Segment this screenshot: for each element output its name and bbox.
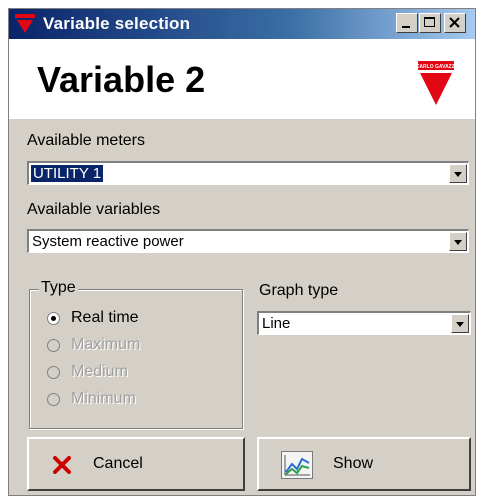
available-meters-label: Available meters <box>27 132 145 149</box>
title-bar[interactable]: Variable selection <box>9 9 475 39</box>
cancel-button-label: Cancel <box>93 455 143 472</box>
radio-real-time[interactable]: Real time <box>47 309 207 331</box>
app-logo-icon <box>15 14 35 33</box>
graph-type-value: Line <box>262 315 291 332</box>
radio-medium: Medium <box>47 363 207 385</box>
variable-selection-window: Variable selection Variable 2 CARLO GAVA… <box>8 8 476 496</box>
radio-circle <box>47 339 60 352</box>
close-button[interactable] <box>444 13 466 33</box>
available-meters-select[interactable]: UTILITY 1 <box>27 161 469 185</box>
graph-type-label: Graph type <box>259 282 339 299</box>
radio-medium-label: Medium <box>71 363 128 380</box>
radio-minimum: Minimum <box>47 390 207 412</box>
graph-chart-icon <box>281 451 313 479</box>
radio-maximum-label: Maximum <box>71 336 141 353</box>
radio-maximum: Maximum <box>47 336 207 358</box>
window-title: Variable selection <box>43 14 191 33</box>
cancel-button[interactable]: Cancel <box>27 437 245 491</box>
maximize-button[interactable] <box>419 13 441 33</box>
minimize-button[interactable] <box>396 13 418 33</box>
available-meters-value: UTILITY 1 <box>31 165 104 182</box>
page-title: Variable 2 <box>37 59 206 100</box>
show-button-label: Show <box>333 455 374 472</box>
maximize-icon <box>424 17 435 27</box>
radio-selected-dot <box>51 316 56 321</box>
radio-real-time-label: Real time <box>71 309 139 326</box>
show-button[interactable]: Show <box>257 437 471 491</box>
close-icon <box>449 17 460 28</box>
chevron-down-icon[interactable] <box>449 232 467 251</box>
type-group-title: Type <box>39 279 78 297</box>
chevron-down-icon[interactable] <box>451 314 469 333</box>
available-variables-select[interactable]: System reactive power <box>27 229 469 253</box>
available-variables-value: System reactive power <box>32 233 184 250</box>
minimize-icon <box>402 26 410 28</box>
graph-type-select[interactable]: Line <box>257 311 471 335</box>
available-variables-label: Available variables <box>27 201 161 218</box>
chevron-down-icon[interactable] <box>449 164 467 183</box>
carlo-gavazzi-logo: CARLO GAVAZZI <box>416 61 457 105</box>
radio-circle <box>47 366 60 379</box>
svg-text:CARLO GAVAZZI: CARLO GAVAZZI <box>416 64 457 70</box>
radio-circle <box>47 393 60 406</box>
cancel-x-icon <box>53 456 71 474</box>
header-panel: Variable 2 CARLO GAVAZZI <box>9 39 475 119</box>
radio-minimum-label: Minimum <box>71 390 136 407</box>
